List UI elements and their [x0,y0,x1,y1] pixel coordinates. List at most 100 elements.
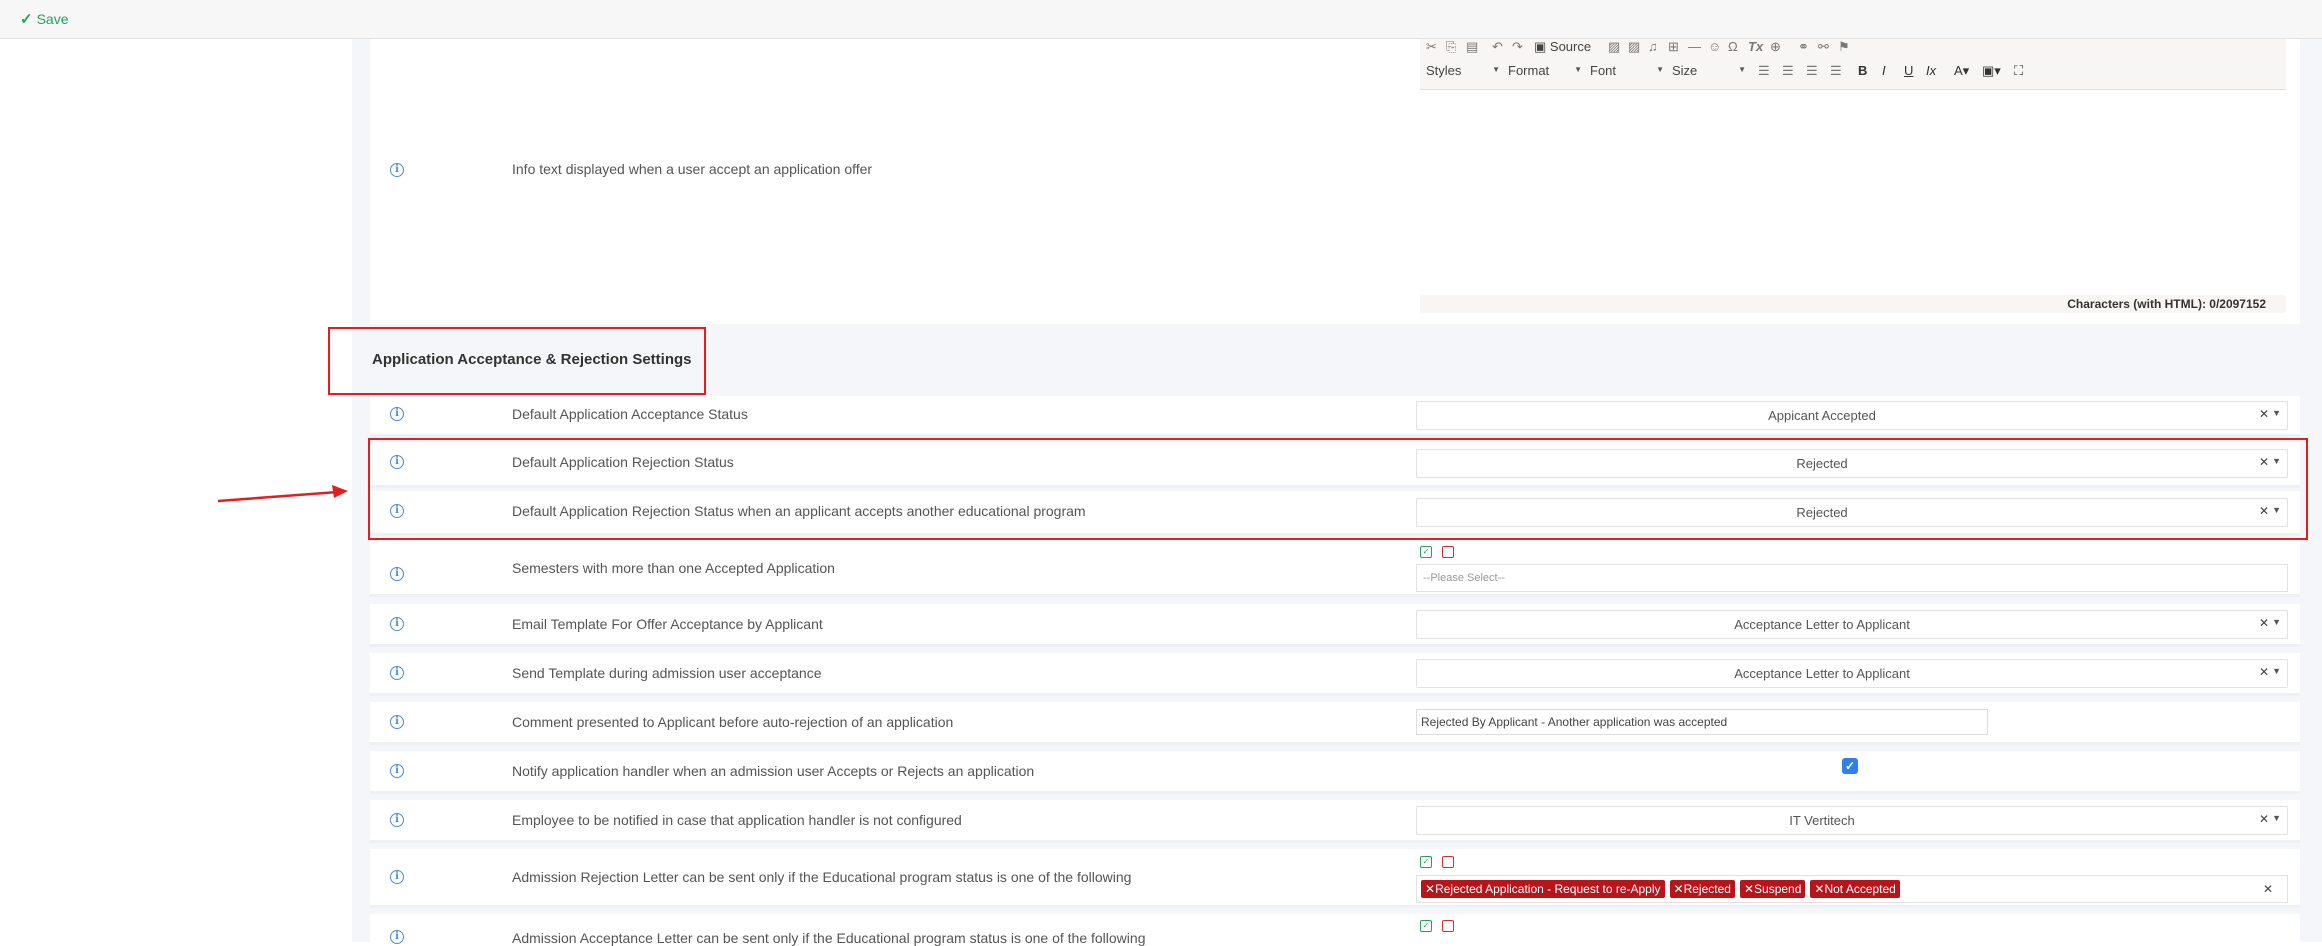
template-select[interactable]: Acceptance Letter to Applicant ✕ ▼ [1416,610,2288,639]
size-dropdown[interactable]: Size ▼ [1672,63,1746,83]
audio-icon[interactable]: ♫ [1648,39,1658,54]
semesters-multiselect[interactable]: --Please Select-- [1416,564,2288,592]
tag[interactable]: ✕Rejected [1669,880,1735,898]
link-icon[interactable]: ⚭ [1798,39,1809,55]
horizontal-line-icon[interactable]: ― [1688,39,1701,54]
chevron-down-icon[interactable]: ▼ [2272,617,2281,627]
clear-icon[interactable]: ✕ [2259,812,2269,826]
info-icon[interactable]: i [390,617,404,631]
info-icon[interactable]: i [390,764,404,778]
paste-icon[interactable]: ▤ [1466,39,1478,55]
image-icon[interactable]: ▨ [1608,39,1620,55]
info-icon[interactable]: i [390,870,404,884]
tag[interactable]: ✕Not Accepted [1810,880,1900,898]
employee-select[interactable]: IT Vertitech ✕ ▼ [1416,806,2288,835]
smiley-icon[interactable]: ☺ [1708,39,1721,54]
deselect-all-icon[interactable] [1442,546,1454,558]
clear-icon[interactable]: ✕ [2263,882,2273,896]
clear-icon[interactable]: ✕ [2259,616,2269,630]
copy-icon[interactable]: ⎘ [1446,39,1456,55]
underline-icon[interactable]: U [1904,63,1913,78]
multiselect-placeholder: --Please Select-- [1423,572,1505,584]
info-icon[interactable]: i [390,715,404,729]
row-label: Email Template For Offer Acceptance by A… [512,616,823,632]
status-multiselect[interactable]: ✕ Rejected Application - Request to re-Ap… [1416,875,2288,903]
row-label: Semesters with more than one Accepted Ap… [512,560,835,576]
bold-icon[interactable]: B [1858,63,1867,78]
deselect-all-icon[interactable] [1442,920,1454,932]
info-icon[interactable]: i [390,567,404,581]
comment-input[interactable]: Rejected By Applicant - Another applicat… [1416,709,1988,735]
info-icon[interactable]: i [390,813,404,827]
italic-icon[interactable]: I [1882,63,1886,78]
undo-icon[interactable]: ↶ [1492,39,1503,55]
chevron-down-icon: ▼ [1492,65,1500,74]
annotation-arrow [217,485,348,503]
size-label: Size [1672,63,1698,78]
tag[interactable]: ✕Suspend [1739,880,1806,898]
font-label: Font [1590,63,1617,78]
setting-row: i Admission Rejection Letter can be sent… [370,849,2300,908]
iframe-icon[interactable]: ⊕ [1770,39,1781,55]
setting-row: i Admission Acceptance Letter can be sen… [370,914,2300,946]
chevron-down-icon[interactable]: ▼ [2272,813,2281,823]
text-color-icon[interactable]: A▾ [1954,63,1969,79]
check-icon: ✓ [20,11,33,28]
maximize-icon[interactable]: ⛶ [2014,63,2023,79]
select-value: Acceptance Letter to Applicant [1734,617,1910,632]
notify-checkbox[interactable]: ✓ [1842,758,1858,774]
info-icon[interactable]: i [390,407,404,421]
redo-icon[interactable]: ↷ [1512,39,1523,55]
align-right-icon[interactable]: ☰ [1806,63,1818,79]
anchor-icon[interactable]: ⚑ [1838,39,1850,55]
char-counter-label: Characters (with HTML): 0/2097152 [2067,297,2266,311]
chevron-down-icon[interactable]: ▼ [2272,666,2281,676]
comment-value: Rejected By Applicant - Another applicat… [1421,715,1728,729]
format-label: Format [1508,63,1550,78]
template-select[interactable]: Acceptance Letter to Applicant ✕ ▼ [1416,659,2288,688]
chevron-down-icon: ▼ [1656,65,1664,74]
unlink-icon[interactable]: ⚯ [1818,39,1829,55]
chevron-down-icon: ▼ [1738,65,1746,74]
source-button[interactable]: ▣ Source [1534,39,1591,55]
info-icon[interactable]: i [390,163,404,177]
select-all-icon[interactable]: ✓ [1420,546,1432,558]
setting-row: i Send Template during admission user ac… [370,653,2300,696]
status-select[interactable]: Appicant Accepted ✕ ▼ [1416,401,2288,430]
tag-label: Suspend [1754,882,1802,896]
bg-color-icon[interactable]: ▣▾ [1982,63,2001,79]
flash-icon[interactable]: ▨ [1628,39,1640,55]
format-dropdown[interactable]: Format ▼ [1508,63,1582,83]
table-icon[interactable]: ⊞ [1668,39,1679,55]
select-value: Acceptance Letter to Applicant [1734,666,1910,681]
clear-icon[interactable]: ✕ [2259,665,2269,679]
styles-dropdown[interactable]: Styles ▼ [1426,63,1500,83]
info-icon[interactable]: i [390,666,404,680]
tag-label: Rejected Application - Request to re-App… [1435,882,1661,896]
special-char-icon[interactable]: Ω [1728,39,1738,54]
select-value: IT Vertitech [1789,813,1855,828]
select-all-icon[interactable]: ✓ [1420,920,1432,932]
select-value: Appicant Accepted [1768,408,1876,423]
clear-format-icon[interactable]: Ix [1926,63,1936,78]
row-label: Admission Acceptance Letter can be sent … [512,930,1146,946]
deselect-all-icon[interactable] [1442,856,1454,868]
align-left-icon[interactable]: ☰ [1758,63,1770,79]
remove-format-icon[interactable]: Tx [1748,39,1763,54]
row-label: Comment presented to Applicant before au… [512,714,954,730]
font-dropdown[interactable]: Font ▼ [1590,63,1664,83]
clear-icon[interactable]: ✕ [2259,407,2269,421]
save-button[interactable]: ✓ Save [20,10,69,28]
justify-icon[interactable]: ☰ [1830,63,1842,79]
tag[interactable]: ✕Rejected Application - Request to re-Ap… [1421,880,1665,898]
editor-toolbar: ✂ ⎘ ▤ ↶ ↷ ▣ Source ▨ ▨ ♫ ⊞ ― ☺ Ω Tx ⊕ ⚭ … [1420,39,2286,90]
select-all-icon[interactable]: ✓ [1420,856,1432,868]
row-label: Send Template during admission user acce… [512,665,822,681]
chevron-down-icon[interactable]: ▼ [2272,408,2281,418]
info-text-row: i Info text displayed when a user accept… [370,39,2300,324]
row-label: Default Application Acceptance Status [512,406,748,422]
top-toolbar: ✓ Save [0,0,2322,39]
cut-icon[interactable]: ✂ [1426,39,1437,55]
align-center-icon[interactable]: ☰ [1782,63,1794,79]
setting-row: i Comment presented to Applicant before … [370,702,2300,745]
